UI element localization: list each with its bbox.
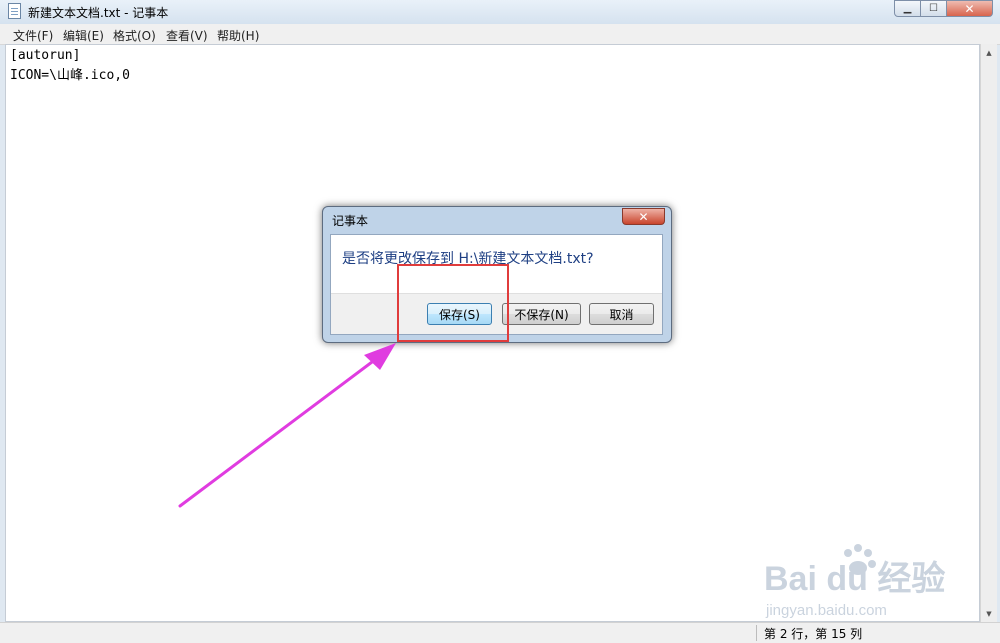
watermark-url: jingyan.baidu.com: [765, 602, 887, 619]
baidu-jingyan-watermark: Bai du 经验 jingyan.baidu.com: [764, 544, 945, 619]
watermark-brand: Bai du 经验: [764, 559, 945, 598]
arrow-shaft: [178, 360, 374, 508]
